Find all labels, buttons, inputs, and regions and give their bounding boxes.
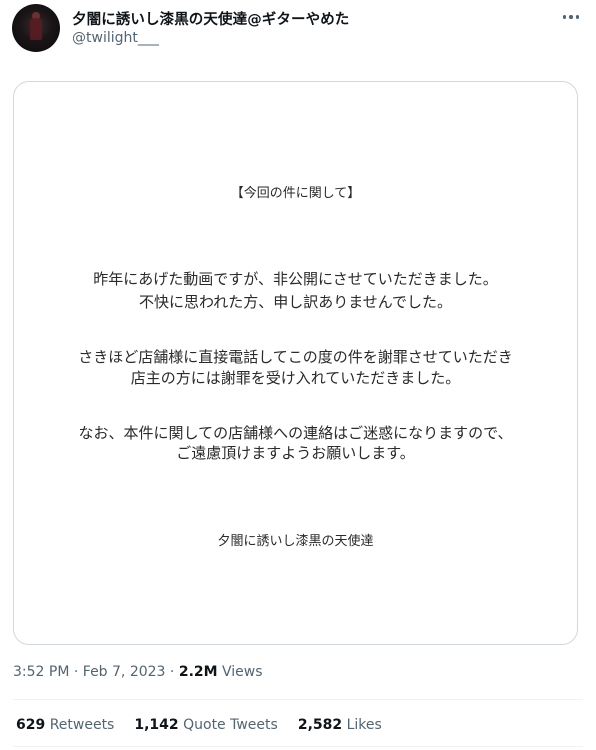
notice-signature: 夕闇に誘いし漆黒の天使達 bbox=[217, 534, 374, 549]
more-dot bbox=[562, 15, 567, 19]
retweets-label: Retweets bbox=[49, 717, 115, 733]
divider bbox=[13, 746, 583, 747]
quote-tweets-count: 1,142 bbox=[134, 717, 179, 733]
author-display-name[interactable]: 夕闇に誘いし漆黒の天使達@ギターやめた bbox=[72, 8, 349, 29]
tweet-time[interactable]: 3:52 PM bbox=[13, 664, 69, 680]
avatar-figure bbox=[30, 18, 42, 40]
divider bbox=[13, 699, 583, 700]
notice-heading: 【今回の件に関して】 bbox=[230, 186, 361, 201]
notice-line: さきほど店舗様に直接電話してこの度の件を謝罪させていただき bbox=[78, 348, 513, 366]
quote-tweets-label: Quote Tweets bbox=[183, 717, 278, 733]
notice-line: 不快に思われた方、申し訳ありませんでした。 bbox=[138, 293, 453, 311]
more-dot bbox=[569, 15, 573, 19]
notice-line: ご遠慮頂けますようお願いします。 bbox=[176, 444, 415, 462]
retweets-count: 629 bbox=[16, 717, 46, 733]
retweets-stat[interactable]: 629 Retweets bbox=[16, 717, 114, 733]
tweet-date[interactable]: Feb 7, 2023 bbox=[83, 664, 166, 680]
notice-line: 昨年にあげた動画ですが、非公開にさせていただきました。 bbox=[93, 270, 498, 288]
likes-count: 2,582 bbox=[297, 717, 343, 733]
likes-stat[interactable]: 2,582 Likes bbox=[298, 717, 382, 733]
quote-tweets-stat[interactable]: 1,142 Quote Tweets bbox=[134, 717, 277, 733]
views-count: 2.2M bbox=[178, 664, 218, 680]
author-handle[interactable]: @twilight___ bbox=[72, 30, 159, 46]
notice-line: 店主の方には謝罪を受け入れていただきました。 bbox=[130, 369, 461, 387]
likes-label: Likes bbox=[346, 717, 382, 733]
meta-separator: · bbox=[73, 664, 79, 680]
tweet-image-card[interactable]: 【今回の件に関して】 昨年にあげた動画ですが、非公開にさせていただきました。 不… bbox=[13, 81, 578, 645]
more-dot bbox=[575, 15, 580, 19]
avatar[interactable] bbox=[12, 4, 60, 52]
more-horizontal-icon[interactable] bbox=[556, 6, 586, 28]
notice-line: なお、本件に関しての店舗様への連絡はご迷惑になりますので、 bbox=[78, 424, 513, 442]
views-label: Views bbox=[222, 664, 263, 680]
tweet-meta: 3:52 PM · Feb 7, 2023 · 2.2M Views bbox=[13, 664, 263, 680]
meta-separator: · bbox=[169, 664, 175, 680]
engagement-stats: 629 Retweets 1,142 Quote Tweets 2,582 Li… bbox=[16, 717, 402, 733]
